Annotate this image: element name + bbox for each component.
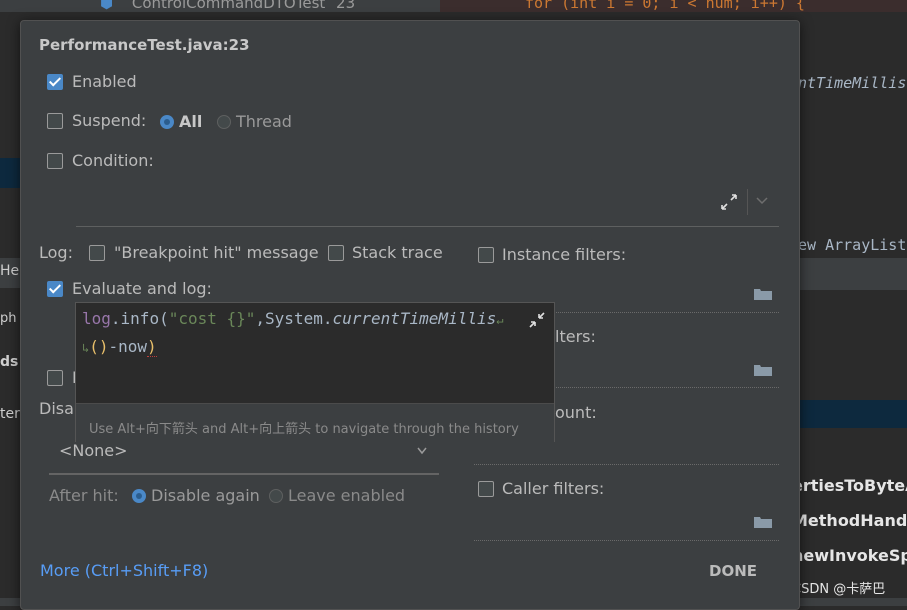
suspend-thread-radio[interactable] xyxy=(217,115,231,129)
right-label-3: newInvokeSpe xyxy=(792,546,907,565)
right-panel-strip xyxy=(798,258,907,290)
code-right-1: ntTimeMillis xyxy=(798,74,907,92)
editor-tab-title: ControlCommandDTOTest xyxy=(131,0,326,12)
log-label: Log: xyxy=(39,243,73,262)
left-selection xyxy=(0,158,20,188)
left-label-2: ph xyxy=(0,311,17,326)
folder-icon[interactable] xyxy=(754,516,772,528)
condition-label[interactable]: Condition: xyxy=(72,151,154,170)
collapse-icon[interactable] xyxy=(528,311,546,329)
enabled-checkbox[interactable] xyxy=(47,74,63,90)
leave-enabled-radio[interactable] xyxy=(269,489,283,503)
code-token-minus-now: -now xyxy=(108,337,148,356)
left-label-4: ter xyxy=(0,406,20,422)
java-class-icon: ⬢ xyxy=(100,0,114,12)
stack-trace-checkbox[interactable] xyxy=(328,245,344,261)
pass-count-underline xyxy=(474,464,779,466)
evaluate-log-label[interactable]: Evaluate and log: xyxy=(72,279,212,298)
enabled-label[interactable]: Enabled xyxy=(72,72,137,91)
caller-filters-label[interactable]: Caller filters: xyxy=(502,479,604,498)
evaluate-log-checkbox[interactable] xyxy=(47,281,63,297)
editor-tab-line: 23 xyxy=(336,0,356,12)
code-line-top: for (int i = 0; i < num; i++) { xyxy=(525,0,805,12)
right-label-1: ertiesToByteA xyxy=(792,476,907,495)
remove-once-hit-checkbox[interactable] xyxy=(47,370,63,386)
done-button[interactable]: DONE xyxy=(709,562,757,580)
watermark: CSDN @卡萨巴 xyxy=(792,582,886,597)
suspend-checkbox[interactable] xyxy=(47,113,63,129)
expand-icon[interactable] xyxy=(719,192,739,212)
code-line-2[interactable]: ↳()-now) xyxy=(82,337,157,357)
dialog-title: PerformanceTest.java:23 xyxy=(39,36,250,54)
breakpoint-hit-label[interactable]: "Breakpoint hit" message xyxy=(114,243,319,262)
suspend-label[interactable]: Suspend: xyxy=(72,111,146,130)
instance-filters-checkbox[interactable] xyxy=(478,247,494,263)
code-token-close-paren: ) xyxy=(147,337,157,357)
instance-filters-label[interactable]: Instance filters: xyxy=(502,245,626,264)
folder-icon[interactable] xyxy=(754,364,772,376)
dropdown-underline xyxy=(49,473,439,475)
suspend-all-label[interactable]: All xyxy=(179,112,202,131)
folder-icon[interactable] xyxy=(754,288,772,300)
right-label-2: MethodHandle xyxy=(792,511,907,530)
class-filters-label[interactable]: lters: xyxy=(555,327,596,346)
history-hint-text: Use Alt+向下箭头 and Alt+向上箭头 to navigate th… xyxy=(89,422,519,437)
condition-checkbox[interactable] xyxy=(47,153,63,169)
code-token-method: currentTimeMillis xyxy=(332,309,497,328)
right-selection xyxy=(798,400,907,428)
breakpoint-hit-checkbox[interactable] xyxy=(89,245,105,261)
editor-tab[interactable]: ⬢ ControlCommandDTOTest 23 xyxy=(100,0,355,14)
suspend-thread-label[interactable]: Thread xyxy=(236,112,292,131)
history-hint-bar: Use Alt+向下箭头 and Alt+向上箭头 to navigate th… xyxy=(76,403,554,442)
evaluate-log-editor-popup[interactable]: log.info("cost {}",System.currentTimeMil… xyxy=(75,302,555,442)
suspend-all-radio[interactable] xyxy=(160,115,174,129)
soft-wrap-icon: ↵ xyxy=(496,313,504,327)
code-token-call-parens: () xyxy=(89,337,109,356)
code-line-1[interactable]: log.info("cost {}",System.currentTimeMil… xyxy=(82,309,503,328)
after-hit-label: After hit: xyxy=(49,486,119,505)
dropdown-arrow-icon[interactable] xyxy=(417,447,427,455)
code-token-string: "cost {}" xyxy=(168,309,256,328)
left-label-1: He xyxy=(0,263,20,279)
condition-divider xyxy=(747,189,748,215)
caller-filters-underline xyxy=(474,540,779,542)
disable-again-label[interactable]: Disable again xyxy=(151,486,260,505)
pass-count-label[interactable]: ount: xyxy=(555,403,597,422)
code-token-info: .info( xyxy=(110,309,169,328)
code-right-2: ew ArrayList xyxy=(798,236,907,254)
condition-underline xyxy=(76,226,779,227)
caller-filters-checkbox[interactable] xyxy=(478,481,494,497)
stack-trace-label[interactable]: Stack trace xyxy=(352,243,443,262)
code-token-system: ,System. xyxy=(255,309,333,328)
disable-again-radio[interactable] xyxy=(132,489,146,503)
chevron-down-icon[interactable] xyxy=(756,196,768,206)
left-label-3: ds xyxy=(0,354,19,370)
code-token-log: log xyxy=(82,309,111,328)
disable-until-dropdown[interactable]: <None> xyxy=(59,441,128,460)
leave-enabled-label[interactable]: Leave enabled xyxy=(288,486,405,505)
more-link[interactable]: More (Ctrl+Shift+F8) xyxy=(40,561,208,580)
